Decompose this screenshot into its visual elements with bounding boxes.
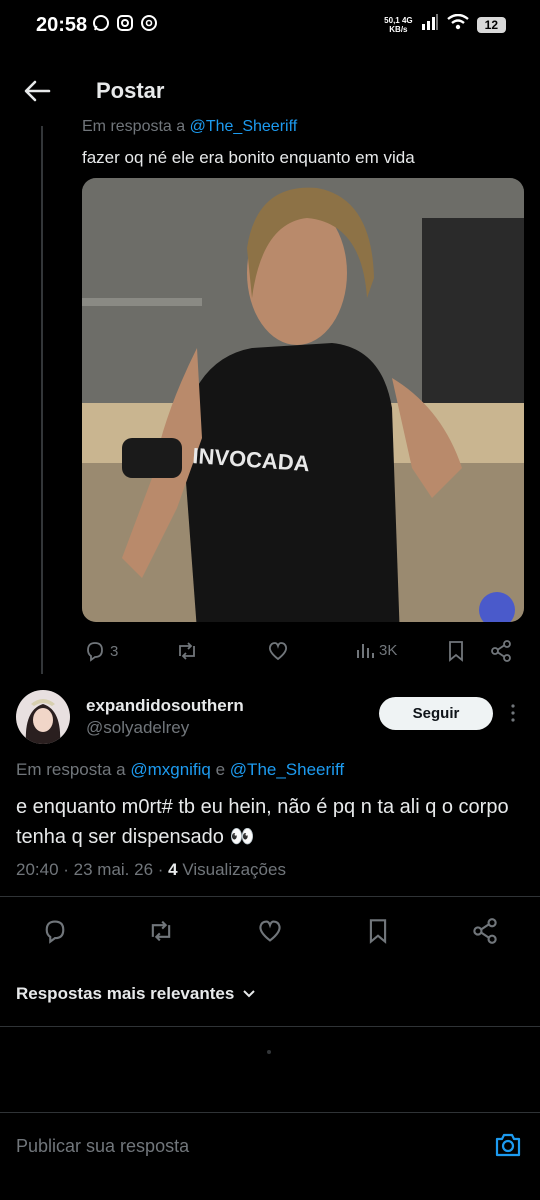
divider	[0, 896, 540, 897]
bookmark-action[interactable]	[446, 640, 466, 662]
system-status: 50,1 4G KB/s 12	[384, 13, 506, 35]
bookmark-icon	[449, 641, 463, 662]
tweet-meta: 20:40 · 23 mai. 26 · 4 Visualizações	[16, 860, 286, 880]
reply-button[interactable]	[42, 918, 68, 944]
retweet-icon	[179, 642, 195, 660]
whatsapp-icon	[92, 14, 110, 32]
analytics-icon	[357, 644, 374, 658]
heart-icon	[259, 920, 281, 942]
reply-count: 3	[110, 642, 119, 660]
notification-icons	[92, 14, 158, 32]
mention-link[interactable]: @The_Sheeriff	[190, 118, 298, 135]
thread-connector	[41, 126, 43, 674]
retweet-button[interactable]	[147, 918, 175, 944]
reply-and: e	[210, 760, 230, 779]
network-speed-unit: KB/s	[389, 24, 408, 34]
reply-prefix: Em resposta a	[82, 118, 190, 135]
instagram-icon	[116, 14, 134, 32]
views-action[interactable]: 3K	[355, 640, 397, 660]
page-title: Postar	[96, 78, 165, 103]
network-speed: 50,1 4G KB/s	[384, 16, 412, 34]
reply-prefix: Em resposta a	[16, 760, 131, 779]
comment-icon	[45, 920, 65, 944]
loading-indicator	[267, 1050, 271, 1054]
author-name[interactable]: expandidosouthern	[86, 696, 244, 716]
bookmark-icon	[369, 919, 387, 944]
share-button[interactable]	[472, 918, 498, 944]
retweet-action[interactable]	[175, 640, 199, 662]
divider	[0, 1026, 540, 1027]
wifi-icon	[446, 13, 469, 35]
signal-icon	[421, 14, 439, 35]
back-arrow-icon	[24, 80, 51, 102]
camera-button[interactable]	[494, 1131, 522, 1159]
battery-indicator: 12	[476, 16, 506, 33]
parent-reply-context: Em resposta a @The_Sheeriff	[82, 118, 297, 136]
reply-context: Em resposta a @mxgnifiq e @The_Sheeriff	[16, 760, 344, 780]
threads-icon	[140, 14, 158, 32]
like-button[interactable]	[257, 918, 283, 944]
share-action[interactable]	[490, 640, 512, 662]
retweet-icon	[151, 920, 171, 942]
more-vertical-icon	[511, 704, 515, 722]
like-action[interactable]	[267, 640, 289, 662]
status-time: 20:58	[36, 14, 88, 36]
views-label: Visualizações	[177, 860, 286, 879]
divider	[0, 1112, 540, 1113]
parent-tweet-text: fazer oq né ele era bonito enquanto em v…	[82, 148, 415, 167]
replies-sort-dropdown[interactable]: Respostas mais relevantes	[16, 984, 256, 1004]
views-number: 4	[168, 860, 178, 879]
reply-input[interactable]: Publicar sua resposta	[16, 1136, 189, 1157]
tweet-timestamp: 20:40 · 23 mai. 26 ·	[16, 860, 169, 879]
more-options-button[interactable]	[506, 700, 520, 726]
heart-icon	[269, 642, 287, 661]
follow-button[interactable]: Seguir	[379, 697, 493, 730]
back-button[interactable]	[22, 78, 52, 104]
bookmark-button[interactable]	[366, 918, 390, 944]
mention-link-2[interactable]: @The_Sheeriff	[230, 760, 344, 779]
tweet-text: e enquanto m0rt# tb eu hein, não é pq n …	[16, 796, 509, 848]
mention-link-1[interactable]: @mxgnifiq	[130, 760, 211, 779]
network-speed-value: 50,1 4G	[384, 15, 413, 25]
views-count: 3K	[379, 641, 398, 659]
author-handle[interactable]: @solyadelrey	[86, 718, 189, 738]
tweet-image[interactable]: INVOCADA	[82, 178, 524, 622]
share-icon	[473, 918, 497, 944]
reply-action[interactable]: 3	[84, 640, 118, 662]
camera-icon	[495, 1133, 521, 1157]
replies-sort-label: Respostas mais relevantes	[16, 984, 235, 1003]
chevron-down-icon	[243, 990, 256, 998]
share-icon	[491, 640, 511, 662]
avatar[interactable]	[16, 690, 70, 744]
comment-icon	[87, 642, 103, 662]
